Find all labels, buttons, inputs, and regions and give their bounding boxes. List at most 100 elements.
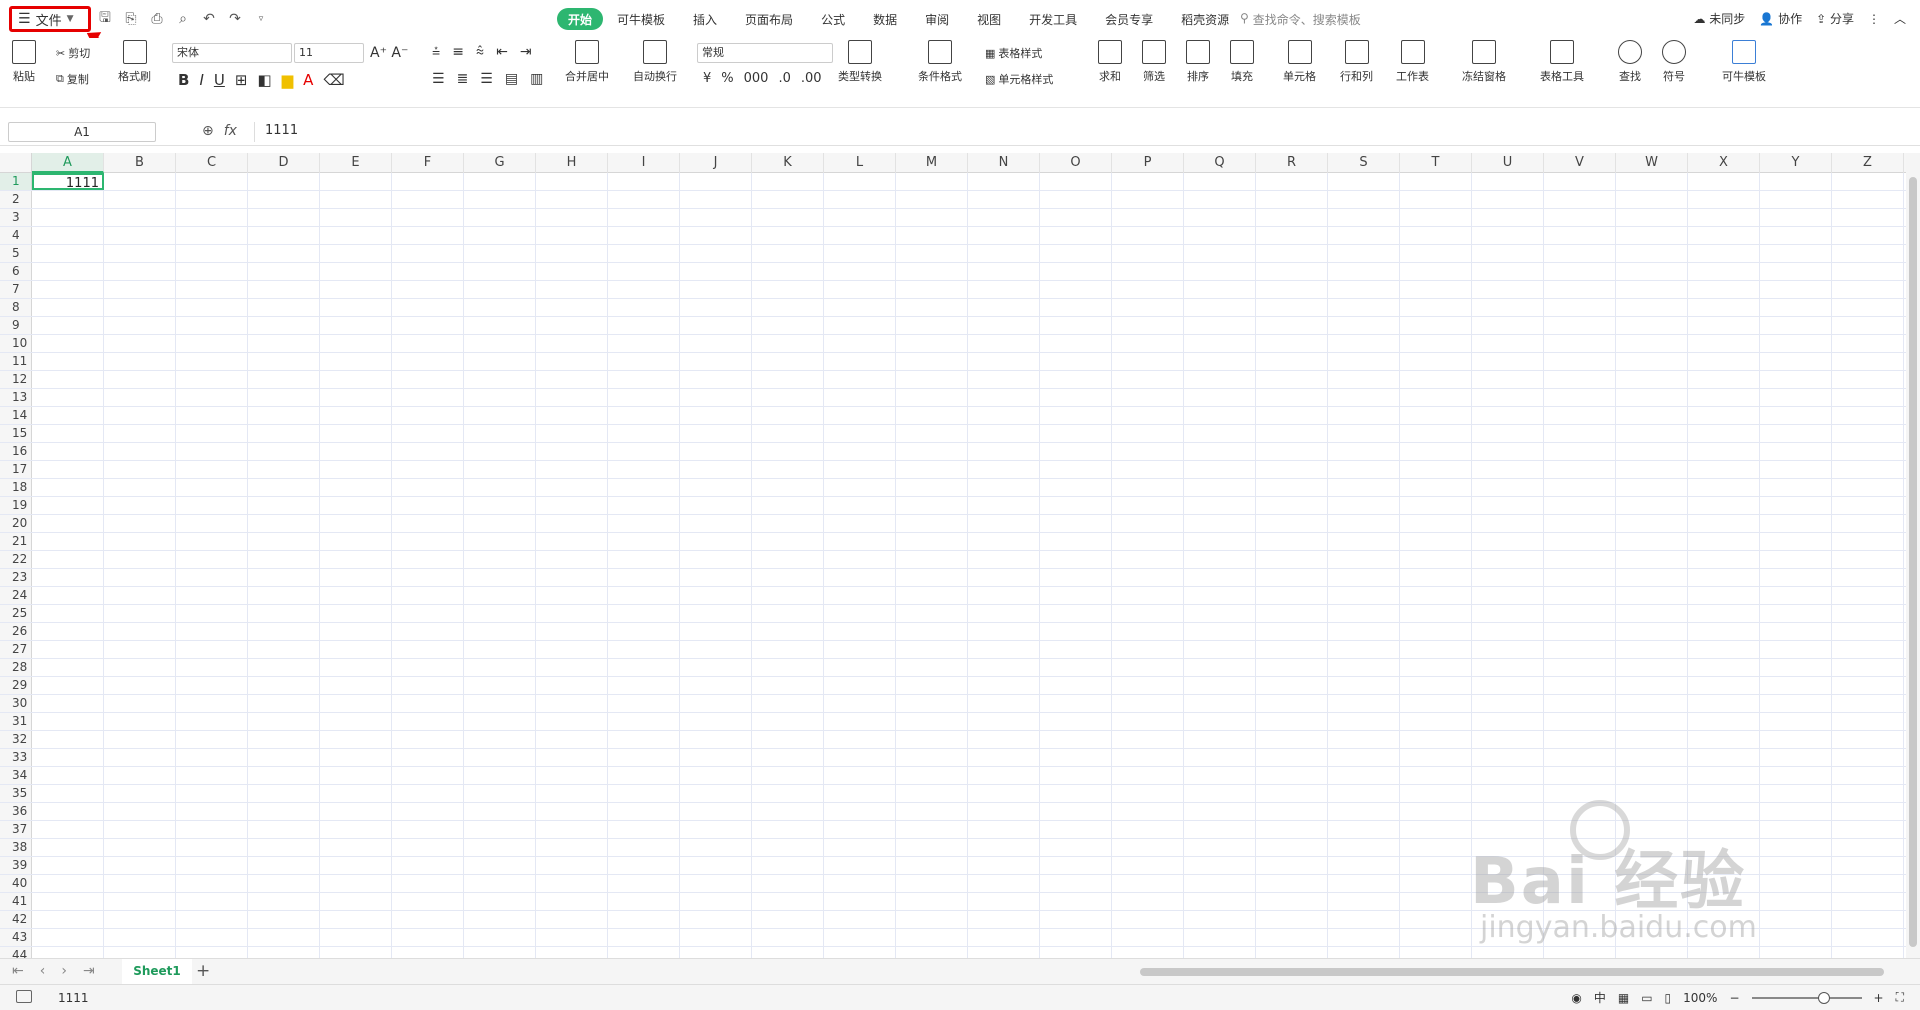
cell[interactable] (1688, 479, 1760, 496)
cell[interactable] (320, 515, 392, 532)
cell[interactable] (1544, 857, 1616, 874)
column-header-E[interactable]: E (320, 153, 392, 173)
cell[interactable] (752, 335, 824, 352)
name-box[interactable]: A1 (8, 122, 156, 142)
cell[interactable] (176, 911, 248, 928)
cell[interactable] (104, 749, 176, 766)
cell[interactable] (608, 677, 680, 694)
cell[interactable] (1472, 533, 1544, 550)
cell[interactable] (1544, 533, 1616, 550)
cell[interactable] (1328, 857, 1400, 874)
cell[interactable] (1760, 515, 1832, 532)
cell[interactable] (1688, 839, 1760, 856)
cell[interactable] (1400, 389, 1472, 406)
cell[interactable] (1184, 659, 1256, 676)
cell[interactable] (752, 803, 824, 820)
cell[interactable] (752, 425, 824, 442)
cell[interactable] (1472, 803, 1544, 820)
cell[interactable] (536, 875, 608, 892)
cell[interactable] (824, 245, 896, 262)
cell[interactable] (248, 839, 320, 856)
cell[interactable] (32, 875, 104, 892)
cell[interactable] (1328, 497, 1400, 514)
cell[interactable] (1832, 767, 1904, 784)
cell[interactable] (1544, 317, 1616, 334)
cell[interactable] (1112, 875, 1184, 892)
spreadsheet-grid[interactable]: ABCDEFGHIJKLMNOPQRSTUVWXYZ 1 1111 2 3 4 5 6 7 8 9… (0, 153, 1906, 958)
cell[interactable] (1760, 947, 1832, 958)
cell[interactable] (968, 173, 1040, 190)
cell[interactable] (104, 533, 176, 550)
cell[interactable] (1184, 443, 1256, 460)
cell[interactable] (1184, 911, 1256, 928)
cell[interactable] (1688, 533, 1760, 550)
cell[interactable] (1112, 227, 1184, 244)
cell[interactable] (536, 425, 608, 442)
cell[interactable] (1688, 821, 1760, 838)
type-convert-button[interactable]: 类型转换 (838, 40, 882, 84)
cell[interactable] (824, 263, 896, 280)
cell[interactable] (464, 173, 536, 190)
cell[interactable] (824, 299, 896, 316)
cell[interactable] (1112, 677, 1184, 694)
cell[interactable] (536, 911, 608, 928)
column-header-U[interactable]: U (1472, 153, 1544, 173)
cell[interactable] (1544, 191, 1616, 208)
cell[interactable] (680, 731, 752, 748)
italic-icon[interactable]: I (199, 71, 203, 89)
cell[interactable] (1256, 695, 1328, 712)
cell[interactable] (824, 587, 896, 604)
cell[interactable] (1760, 677, 1832, 694)
cell[interactable] (608, 335, 680, 352)
cell[interactable] (1040, 317, 1112, 334)
tab-0[interactable]: 开始 (557, 8, 604, 30)
cell[interactable] (248, 191, 320, 208)
cell[interactable] (248, 227, 320, 244)
cell[interactable] (1616, 227, 1688, 244)
cell[interactable] (1400, 191, 1472, 208)
cell[interactable] (392, 407, 464, 424)
cell[interactable] (464, 803, 536, 820)
cell[interactable] (1832, 623, 1904, 640)
freeze-button[interactable]: 冻结窗格 (1462, 40, 1506, 84)
cell[interactable] (1544, 749, 1616, 766)
cell[interactable] (680, 173, 752, 190)
cell[interactable] (1688, 209, 1760, 226)
cell[interactable] (1688, 425, 1760, 442)
cell[interactable] (752, 641, 824, 658)
cell[interactable] (896, 461, 968, 478)
cell[interactable] (1256, 551, 1328, 568)
cell[interactable] (1760, 551, 1832, 568)
cell[interactable] (1760, 803, 1832, 820)
cell[interactable] (464, 191, 536, 208)
cell[interactable] (752, 929, 824, 946)
cell[interactable] (1400, 479, 1472, 496)
cell[interactable] (536, 443, 608, 460)
cell[interactable] (608, 407, 680, 424)
cell[interactable] (1328, 227, 1400, 244)
cell[interactable] (896, 281, 968, 298)
cell[interactable] (896, 227, 968, 244)
sheet-tab-sheet1[interactable]: Sheet1 (122, 959, 192, 984)
indent-more-icon[interactable]: ⇥ (520, 44, 532, 60)
cell[interactable] (1256, 875, 1328, 892)
paste-button[interactable]: 粘贴 (12, 40, 36, 84)
cell[interactable] (32, 497, 104, 514)
cell[interactable] (1328, 785, 1400, 802)
cell[interactable] (1256, 641, 1328, 658)
cell[interactable] (536, 299, 608, 316)
cell[interactable] (1832, 299, 1904, 316)
row-header[interactable]: 1 (0, 173, 32, 190)
column-header-Q[interactable]: Q (1184, 153, 1256, 173)
cell[interactable] (1040, 605, 1112, 622)
cell[interactable] (392, 749, 464, 766)
cell[interactable] (1112, 857, 1184, 874)
cell[interactable] (1040, 533, 1112, 550)
cell[interactable] (824, 335, 896, 352)
cell[interactable] (248, 749, 320, 766)
cell[interactable] (1832, 911, 1904, 928)
cell[interactable] (320, 335, 392, 352)
cell[interactable] (1616, 839, 1688, 856)
cell[interactable] (1688, 299, 1760, 316)
cell[interactable] (320, 641, 392, 658)
